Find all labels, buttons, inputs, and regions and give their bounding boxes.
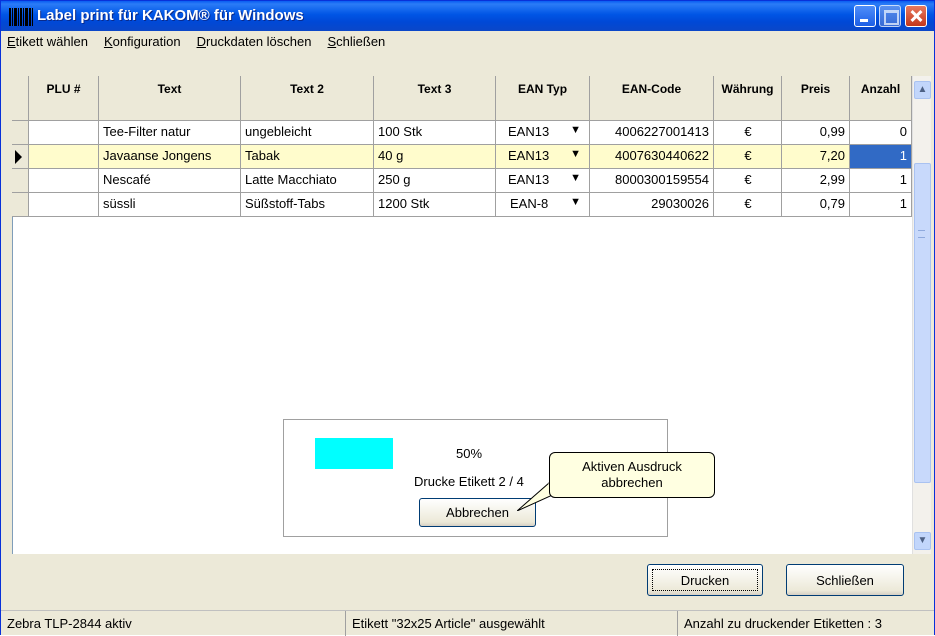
close-button[interactable]: Schließen (786, 564, 904, 596)
barcode-icon (9, 8, 33, 26)
header-ean-typ[interactable]: EAN Typ (496, 76, 590, 121)
cell-text[interactable]: Javaanse Jongens (99, 145, 241, 169)
abort-tooltip: Aktiven Ausdruck abbrechen (549, 452, 715, 498)
ean-typ-value: EAN13 (508, 148, 550, 163)
progress-bar (315, 438, 471, 469)
dropdown-arrow-icon[interactable]: ▼ (570, 148, 581, 160)
cell-plu[interactable] (29, 193, 99, 217)
dropdown-arrow-icon[interactable]: ▼ (570, 172, 581, 184)
close-window-button[interactable] (905, 5, 927, 27)
cell-ean-typ[interactable]: EAN-8 ▼ (496, 193, 590, 217)
cell-anzahl-active[interactable]: 1 (850, 145, 912, 169)
header-text[interactable]: Text (99, 76, 241, 121)
cell-ean-typ[interactable]: EAN13 ▼ (496, 145, 590, 169)
row-indicator[interactable] (12, 169, 29, 193)
cell-text[interactable]: Tee-Filter natur (99, 121, 241, 145)
cell-ean-typ[interactable]: EAN13 ▼ (496, 169, 590, 193)
cell-ean-code[interactable]: 8000300159554 (590, 169, 714, 193)
row-indicator[interactable] (12, 121, 29, 145)
menu-etikett-waehlen[interactable]: Etikett wählen (7, 34, 88, 49)
window-title: Label print für KAKOM® für Windows (37, 7, 304, 24)
cell-text3[interactable]: 40 g (374, 145, 496, 169)
status-bar: Zebra TLP-2844 aktiv Etikett "32x25 Arti… (1, 610, 934, 636)
status-count: Anzahl zu druckender Etiketten : 3 (684, 616, 883, 631)
cell-ean-typ[interactable]: EAN13 ▼ (496, 121, 590, 145)
header-anzahl[interactable]: Anzahl (850, 76, 912, 121)
print-button[interactable]: Drucken (647, 564, 763, 596)
ean-typ-value: EAN13 (508, 172, 550, 187)
title-bar[interactable]: Label print für KAKOM® für Windows (1, 1, 934, 31)
cell-preis[interactable]: 0,99 (782, 121, 850, 145)
row-indicator[interactable] (12, 193, 29, 217)
grip-icon (918, 230, 925, 238)
progress-status: Drucke Etikett 2 / 4 (414, 474, 524, 489)
header-text2[interactable]: Text 2 (241, 76, 374, 121)
row-indicator-current[interactable] (12, 145, 29, 169)
cell-ean-code[interactable]: 29030026 (590, 193, 714, 217)
tooltip-line-1: Aktiven Ausdruck (582, 459, 682, 474)
scroll-up-button[interactable]: ▲ (914, 81, 931, 99)
maximize-button (879, 5, 901, 27)
header-text3[interactable]: Text 3 (374, 76, 496, 121)
minimize-button[interactable] (854, 5, 876, 27)
cell-text3[interactable]: 250 g (374, 169, 496, 193)
cell-text2[interactable]: Tabak (241, 145, 374, 169)
cell-preis[interactable]: 0,79 (782, 193, 850, 217)
cell-ean-code[interactable]: 4006227001413 (590, 121, 714, 145)
cell-plu[interactable] (29, 121, 99, 145)
progress-fill (315, 438, 393, 469)
cell-plu[interactable] (29, 169, 99, 193)
cell-waehrung[interactable]: € (714, 169, 782, 193)
menu-schliessen[interactable]: Schließen (327, 34, 385, 49)
cell-preis[interactable]: 2,99 (782, 169, 850, 193)
header-plu[interactable]: PLU # (29, 76, 99, 121)
progress-percent: 50% (456, 446, 483, 461)
header-ean-code[interactable]: EAN-Code (590, 76, 714, 121)
cell-text2[interactable]: Süßstoff-Tabs (241, 193, 374, 217)
tooltip-line-2: abbrechen (601, 475, 663, 490)
header-waehrung[interactable]: Währung (714, 76, 782, 121)
menu-bar: Etikett wählen Konfiguration Druckdaten … (1, 31, 934, 51)
scroll-down-button[interactable]: ▼ (914, 532, 931, 550)
cell-waehrung[interactable]: € (714, 121, 782, 145)
cell-anzahl[interactable]: 1 (850, 169, 912, 193)
cell-text3[interactable]: 100 Stk (374, 121, 496, 145)
cell-anzahl[interactable]: 0 (850, 121, 912, 145)
ean-typ-value: EAN13 (508, 124, 550, 139)
dropdown-arrow-icon[interactable]: ▼ (570, 196, 581, 208)
cell-ean-code[interactable]: 4007630440622 (590, 145, 714, 169)
cell-plu[interactable] (29, 145, 99, 169)
menu-konfiguration[interactable]: Konfiguration (104, 34, 181, 49)
cell-text[interactable]: Nescafé (99, 169, 241, 193)
vertical-scrollbar[interactable]: ▲ ▼ (912, 76, 931, 554)
ean-typ-value: EAN-8 (510, 196, 549, 211)
table-row[interactable]: Tee-Filter natur ungebleicht 100 Stk EAN… (12, 121, 912, 145)
cell-preis[interactable]: 7,20 (782, 145, 850, 169)
cell-text3[interactable]: 1200 Stk (374, 193, 496, 217)
main-window: Label print für KAKOM® für Windows Etike… (0, 0, 935, 636)
scroll-thumb[interactable] (914, 163, 931, 483)
grid-header: PLU # Text Text 2 Text 3 EAN Typ EAN-Cod… (12, 76, 912, 121)
cell-text[interactable]: süssli (99, 193, 241, 217)
cell-waehrung[interactable]: € (714, 145, 782, 169)
cell-waehrung[interactable]: € (714, 193, 782, 217)
header-preis[interactable]: Preis (782, 76, 850, 121)
status-label: Etikett "32x25 Article" ausgewählt (346, 611, 678, 636)
cell-text2[interactable]: Latte Macchiato (241, 169, 374, 193)
header-indicator (12, 76, 29, 121)
menu-druckdaten-loeschen[interactable]: Druckdaten löschen (197, 34, 312, 49)
grid-rows: Tee-Filter natur ungebleicht 100 Stk EAN… (12, 121, 912, 217)
table-row[interactable]: Nescafé Latte Macchiato 250 g EAN13 ▼ 800… (12, 169, 912, 193)
dropdown-arrow-icon[interactable]: ▼ (570, 124, 581, 136)
cell-anzahl[interactable]: 1 (850, 193, 912, 217)
table-row[interactable]: Javaanse Jongens Tabak 40 g EAN13 ▼ 40076… (12, 145, 912, 169)
table-row[interactable]: süssli Süßstoff-Tabs 1200 Stk EAN-8 ▼ 290… (12, 193, 912, 217)
status-printer: Zebra TLP-2844 aktiv (1, 611, 346, 636)
cell-text2[interactable]: ungebleicht (241, 121, 374, 145)
